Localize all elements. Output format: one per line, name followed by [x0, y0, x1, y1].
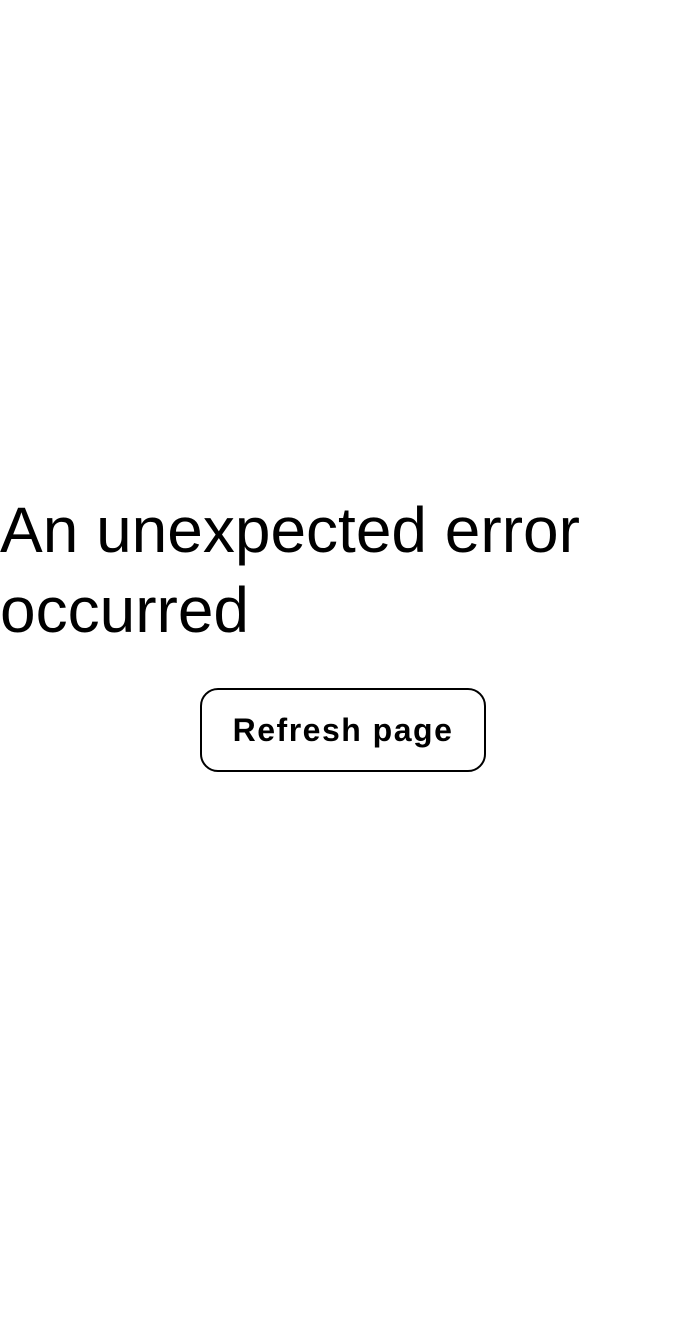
refresh-page-button[interactable]: Refresh page	[200, 688, 486, 772]
error-message: An unexpected error occurred	[0, 494, 580, 646]
error-container: An unexpected error occurred	[0, 490, 686, 650]
